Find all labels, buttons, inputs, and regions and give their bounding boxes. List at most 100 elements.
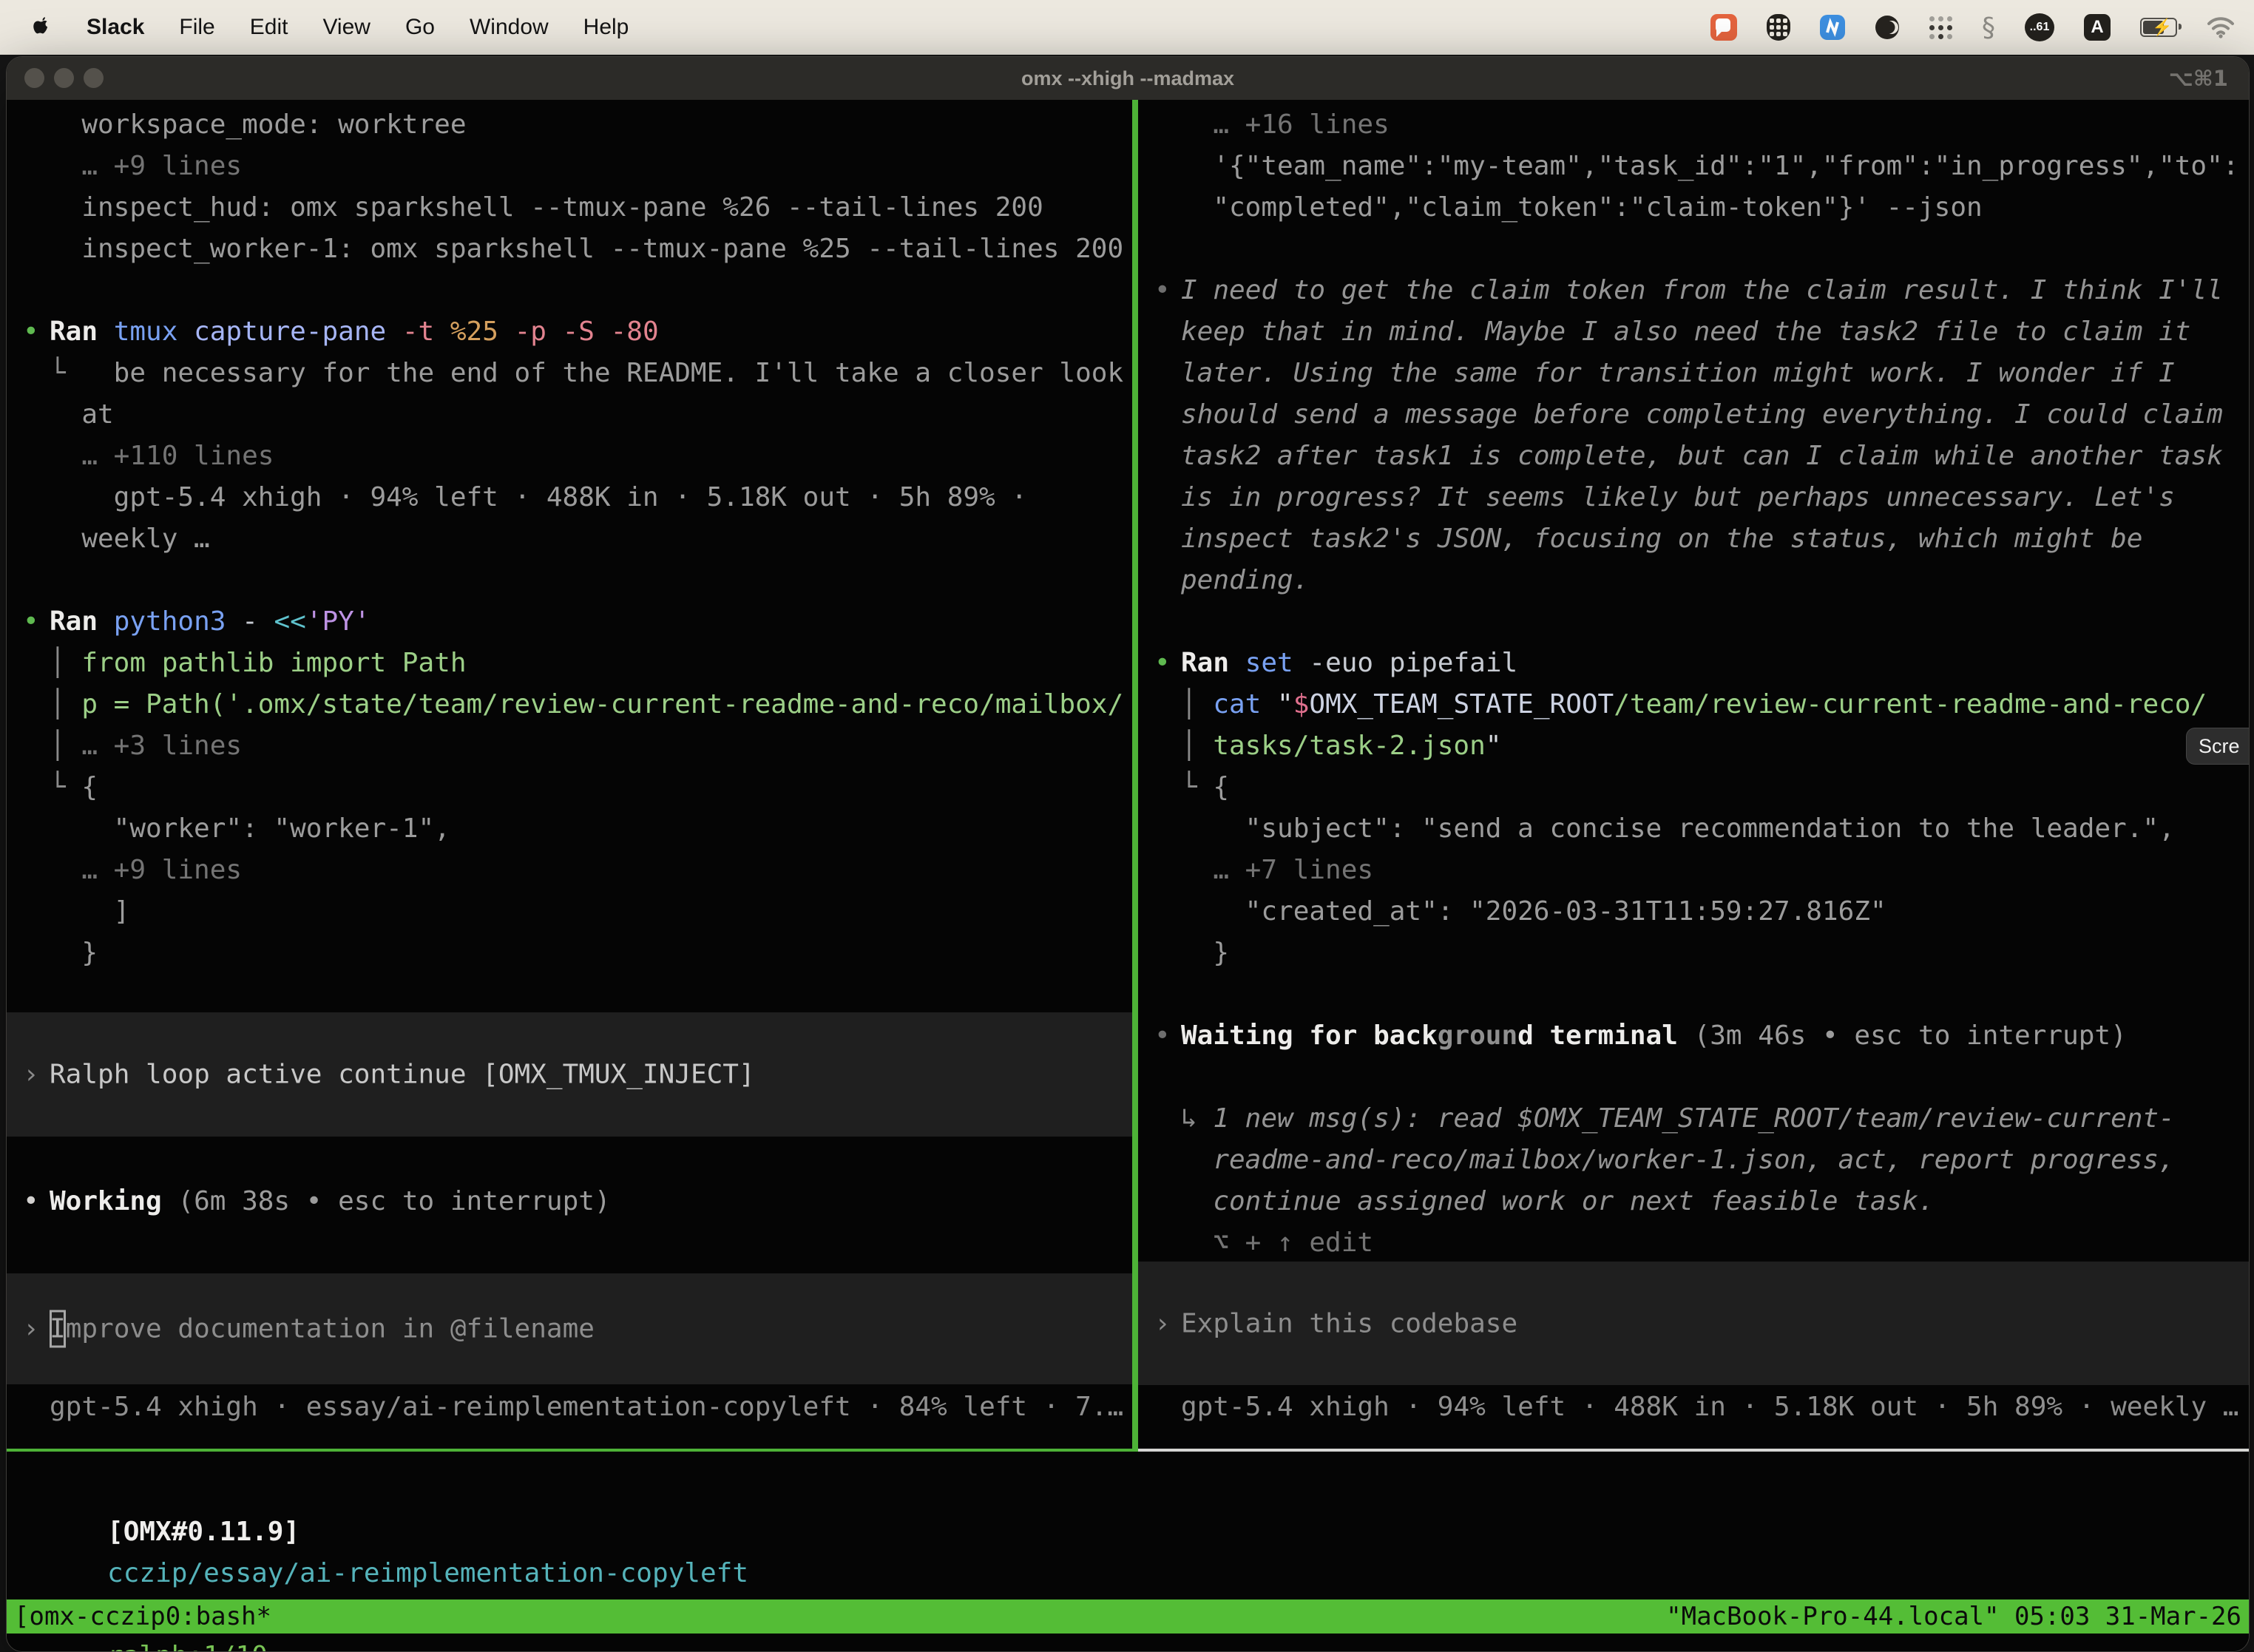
terminal-line: … +9 lines <box>7 850 1132 891</box>
connector-icon: │ <box>50 643 66 684</box>
terminal-text: { <box>81 767 98 808</box>
terminal-line: •Ran tmux capture-pane -t %25 -p -S -80 <box>7 311 1132 353</box>
text-segment: should send a message before completing … <box>1181 399 2223 430</box>
text-segment: OMX_TEAM_STATE_ROOT <box>1309 689 1614 720</box>
squiggle-icon[interactable]: § <box>1982 13 1995 43</box>
prompt-input[interactable]: ›Ralph loop active continue [OMX_TMUX_IN… <box>7 1012 1132 1137</box>
text-segment: "completed","claim_token":"claim-token"}… <box>1213 192 1982 223</box>
terminal-text: should send a message before completing … <box>1181 394 2223 436</box>
terminal-text: … +110 lines <box>81 436 274 477</box>
menubar: Slack File Edit View Go Window Help § ..… <box>0 0 2254 55</box>
text-segment: … +9 lines <box>81 855 242 885</box>
text-segment: groun <box>1438 1020 1517 1051</box>
menu-file[interactable]: File <box>179 15 214 40</box>
prompt-icon: › <box>23 1314 39 1344</box>
terminal-text: later. Using the same for transition mig… <box>1181 353 2175 394</box>
text-segment: -t <box>402 316 450 347</box>
terminal-line: … +9 lines <box>7 146 1132 187</box>
blue-bolt-icon[interactable] <box>1820 15 1845 40</box>
left-terminal-pane[interactable]: ›Ralph loop active continue [OMX_TMUX_IN… <box>7 100 1132 1449</box>
terminal-line: keep that in mind. Maybe I also need the… <box>1138 311 2249 353</box>
terminal-text: Explain this codebase <box>1181 1308 1517 1338</box>
text-segment: mprove documentation in @filename <box>66 1314 595 1344</box>
connector-icon: └ <box>50 353 66 394</box>
terminal-line: "subject": "send a concise recommendatio… <box>1138 808 2249 850</box>
menu-help[interactable]: Help <box>583 15 629 40</box>
text-segment: keep that in mind. Maybe I also need the… <box>1181 316 2190 347</box>
text-segment: " <box>1277 689 1293 720</box>
text-segment: inspect_worker-1: omx sparkshell --tmux-… <box>81 234 1123 264</box>
menu-window[interactable]: Window <box>470 15 549 40</box>
input-source-icon[interactable]: A <box>2084 14 2111 41</box>
terminal-text: pending. <box>1181 560 1309 601</box>
terminal: ›Ralph loop active continue [OMX_TMUX_IN… <box>7 100 2249 1651</box>
bullet-icon: • <box>23 311 39 353</box>
terminal-text: } <box>1213 932 1229 974</box>
text-segment: … +3 lines <box>81 731 242 761</box>
terminal-line: is in progress? It seems likely but perh… <box>1138 477 2249 518</box>
text-segment: ⌥ + ↑ edit <box>1213 1228 1373 1258</box>
omx-status-bar: [OMX#0.11.9] cczip/essay/ai-reimplementa… <box>11 1470 764 1511</box>
terminal-text: inspect_worker-1: omx sparkshell --tmux-… <box>81 228 1123 270</box>
apple-menu-icon[interactable] <box>33 16 52 38</box>
tmux-host-clock: "MacBook-Pro-44.local" 05:03 31-Mar-26 <box>1666 1599 2241 1634</box>
terminal-line: "created_at": "2026-03-31T11:59:27.816Z" <box>1138 891 2249 932</box>
terminal-text: cat "$OMX_TEAM_STATE_ROOT/team/review-cu… <box>1213 684 2207 725</box>
moon-icon[interactable] <box>1875 15 1900 40</box>
window-shortcut-hint: ⌥⌘1 <box>2168 57 2228 100</box>
terminal-text: Working (6m 38s • esc to interrupt) <box>50 1181 611 1222</box>
terminal-text: workspace_mode: worktree <box>81 104 466 146</box>
screen-overlay-tooltip: Scre <box>2186 728 2250 765</box>
bullet-icon: • <box>23 1181 39 1222</box>
connector-icon: └ <box>50 767 66 808</box>
dots-grid-icon[interactable] <box>1929 16 1952 39</box>
terminal-text: continue assigned work or next feasible … <box>1213 1181 1934 1222</box>
text-segment: Ran <box>50 606 114 637</box>
terminal-text: keep that in mind. Maybe I also need the… <box>1181 311 2190 353</box>
wifi-icon[interactable] <box>2207 16 2235 38</box>
menubar-status-icons: § ..61 A ⚡ <box>1710 13 2235 43</box>
terminal-line: "worker": "worker-1", <box>7 808 1132 850</box>
tmux-status-bar: [omx-cczip0:bash* "MacBook-Pro-44.local"… <box>7 1599 2249 1634</box>
text-segment: … +7 lines <box>1213 855 1373 885</box>
menu-view[interactable]: View <box>322 15 370 40</box>
terminal-line: └{ <box>7 767 1132 808</box>
bullet-icon: • <box>1154 270 1171 311</box>
terminal-line: │tasks/task-2.json" <box>1138 725 2249 767</box>
omx-version: [OMX#0.11.9] <box>107 1517 299 1547</box>
text-segment: "subject": "send a concise recommendatio… <box>1245 813 2175 844</box>
menu-edit[interactable]: Edit <box>250 15 288 40</box>
omx-project-path: cczip/essay/ai-reimplementation-copyleft <box>107 1558 748 1588</box>
window-title: omx --xhigh --madmax <box>7 57 2249 100</box>
text-segment: } <box>81 938 98 968</box>
terminal-line: } <box>1138 932 2249 974</box>
desktop: { "menubar": { "app_name": "Slack", "men… <box>0 0 2254 1651</box>
bullet-icon: • <box>1154 1015 1171 1057</box>
session-status-line: gpt-5.4 xhigh · 94% left · 488K in · 5.1… <box>1181 1387 2238 1428</box>
terminal-text: ⌥ + ↑ edit <box>1213 1222 1373 1264</box>
window-titlebar[interactable]: omx --xhigh --madmax ⌥⌘1 <box>7 57 2249 101</box>
terminal-text: … +9 lines <box>81 146 242 187</box>
prompt-input[interactable]: ›Improve documentation in @filename <box>7 1273 1132 1384</box>
right-terminal-pane[interactable]: ›Explain this codebase gpt-5.4 xhigh · 9… <box>1138 100 2249 1449</box>
menu-go[interactable]: Go <box>405 15 435 40</box>
terminal-line: later. Using the same for transition mig… <box>1138 353 2249 394</box>
shield-keypad-icon[interactable] <box>1767 14 1790 41</box>
prompt-input[interactable]: ›Explain this codebase <box>1138 1262 2249 1385</box>
text-segment: (3m 46s • esc to interrupt) <box>1678 1020 2127 1051</box>
pane-divider[interactable] <box>1132 100 1138 1452</box>
terminal-text: Ran set -euo pipefail <box>1181 643 1517 684</box>
menu-app-name[interactable]: Slack <box>87 15 144 40</box>
terminal-line: } <box>7 932 1132 974</box>
terminal-line: weekly … <box>7 518 1132 560</box>
pane-border-inactive <box>1138 1449 2249 1452</box>
chat-app-icon[interactable] <box>1710 14 1737 41</box>
text-segment: '{"team_name":"my-team","task_id":"1","f… <box>1213 151 2238 181</box>
terminal-text: readme-and-reco/mailbox/worker-1.json, a… <box>1213 1140 2174 1181</box>
text-segment: is in progress? It seems likely but perh… <box>1181 482 2175 512</box>
battery-icon[interactable]: ⚡ <box>2140 18 2177 37</box>
terminal-line: task2 after task1 is complete, but can I… <box>1138 436 2249 477</box>
terminal-line: should send a message before completing … <box>1138 394 2249 436</box>
text-segment: tmux <box>114 316 194 347</box>
battery-percent-badge[interactable]: ..61 <box>2025 13 2054 41</box>
